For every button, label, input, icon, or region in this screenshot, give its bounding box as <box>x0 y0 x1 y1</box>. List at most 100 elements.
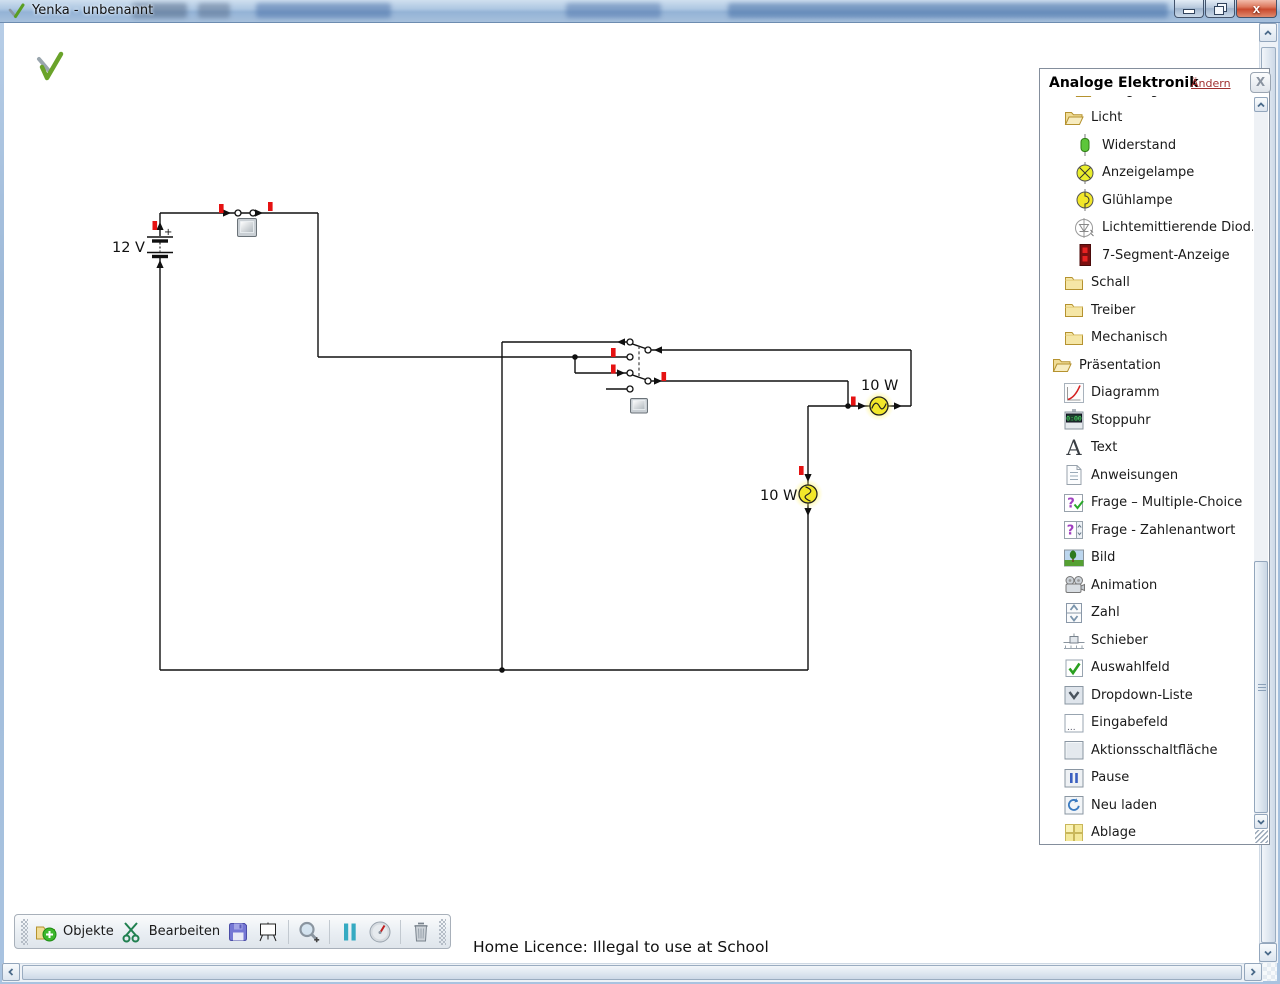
panel-item[interactable]: Ausgänge <box>1041 96 1253 104</box>
horizontal-scrollbar[interactable] <box>2 963 1263 982</box>
panel-item[interactable]: Dropdown-Liste <box>1041 682 1253 710</box>
panel-item[interactable]: Bild <box>1041 544 1253 572</box>
panel-item-label: Glühlampe <box>1102 193 1173 208</box>
dpdt-switch[interactable] <box>631 344 648 413</box>
component-icon <box>1073 243 1097 267</box>
scroll-down-button[interactable] <box>1259 943 1277 962</box>
panel-item[interactable]: Mechanisch <box>1041 324 1253 352</box>
panel-item-label: Schall <box>1091 275 1130 290</box>
toolbar-button[interactable] <box>368 920 392 944</box>
panel-item-label: Text <box>1091 440 1117 455</box>
panel-item-label: Licht <box>1091 110 1122 125</box>
toolbar-button[interactable] <box>256 920 280 944</box>
component-icon <box>1062 738 1086 762</box>
chevron-right-icon <box>1248 967 1258 977</box>
panel-scrollbar-thumb[interactable] <box>1254 561 1268 813</box>
panel-close-button[interactable]: X <box>1250 72 1271 93</box>
panel-item-label: Dropdown-Liste <box>1091 688 1193 703</box>
panel-item[interactable]: A Text <box>1041 434 1253 462</box>
toolbar-button[interactable] <box>226 920 250 944</box>
horizontal-scrollbar-thumb[interactable] <box>22 965 1242 980</box>
close-button[interactable]: x <box>1236 0 1277 18</box>
svg-text:A: A <box>1065 436 1082 460</box>
window-title: Yenka - unbenannt <box>32 3 153 18</box>
restore-button[interactable] <box>1205 0 1235 18</box>
panel-item[interactable]: Pause <box>1041 764 1253 792</box>
component-icon <box>1073 96 1097 102</box>
scroll-left-button[interactable] <box>2 963 20 981</box>
toolbar-separator <box>329 920 330 944</box>
panel-scrollbar[interactable] <box>1254 97 1268 829</box>
panel-item[interactable]: Anzeigelampe <box>1041 159 1253 187</box>
component-icon <box>1050 353 1074 377</box>
panel-scroll-up-button[interactable] <box>1254 97 1268 112</box>
panel-item[interactable]: Zahl <box>1041 599 1253 627</box>
restore-icon <box>1214 6 1224 15</box>
svg-text:?: ? <box>1067 524 1075 539</box>
panel-item[interactable]: Neu laden <box>1041 792 1253 820</box>
chevron-left-icon <box>6 967 16 977</box>
panel-item[interactable]: 7-Segment-Anzeige <box>1041 242 1253 270</box>
panel-scroll-down-button[interactable] <box>1254 814 1268 829</box>
panel-item[interactable]: Präsentation <box>1041 352 1253 380</box>
panel-item-label: Bild <box>1091 550 1115 565</box>
panel-item[interactable]: ... Eingabefeld <box>1041 709 1253 737</box>
component-icon: ? <box>1062 518 1086 542</box>
component-icon <box>1062 271 1086 295</box>
panel-item[interactable]: ? Frage – Multiple-Choice <box>1041 489 1253 517</box>
component-icon <box>1062 821 1086 841</box>
component-icon: 0:00 <box>1062 408 1086 432</box>
component-icon <box>1062 463 1086 487</box>
panel-title: Analoge Elektronik <box>1049 75 1199 91</box>
minimize-icon <box>1183 9 1195 14</box>
toolbar-button[interactable]: Bearbeiten <box>120 920 220 944</box>
panel-resize-grip[interactable] <box>1255 830 1268 843</box>
toolbar-grip[interactable] <box>21 919 28 945</box>
lamp-top-label: 10 W <box>861 378 898 394</box>
panel-item[interactable]: ? Frage - Zahlenantwort <box>1041 517 1253 545</box>
panel-header: Analoge Elektronik Ändern X <box>1040 69 1269 96</box>
toolbar-button[interactable] <box>297 920 321 944</box>
panel-item[interactable]: Diagramm <box>1041 379 1253 407</box>
scroll-right-button[interactable] <box>1244 963 1262 981</box>
lamp-top[interactable] <box>864 391 894 421</box>
toolbar-button[interactable]: Objekte <box>34 920 114 944</box>
background-window-ghost <box>566 3 661 18</box>
panel-item[interactable]: Schall <box>1041 269 1253 297</box>
background-window-ghost <box>256 3 391 18</box>
current-markers <box>153 202 856 475</box>
panel-edit-link[interactable]: Ändern <box>1191 77 1231 90</box>
lamp-bottom[interactable] <box>793 479 823 509</box>
panel-item[interactable]: Animation <box>1041 572 1253 600</box>
panel-item-label: Zahl <box>1091 605 1120 620</box>
panel-item[interactable]: Lichtemittierende Diod... <box>1041 214 1253 242</box>
svg-text:...: ... <box>1067 723 1076 733</box>
wires[interactable] <box>160 213 911 670</box>
panel-item[interactable]: Anweisungen <box>1041 462 1253 490</box>
scroll-up-button[interactable] <box>1259 23 1277 42</box>
push-switch[interactable] <box>238 219 257 237</box>
panel-item[interactable]: 0:00 Stoppuhr <box>1041 407 1253 435</box>
panel-item[interactable]: Glühlampe <box>1041 187 1253 215</box>
panel-item[interactable]: Aktionsschaltfläche <box>1041 737 1253 765</box>
minimize-button[interactable] <box>1174 0 1204 18</box>
panel-item-label: Ausgänge <box>1102 96 1167 98</box>
current-direction-arrows <box>156 209 902 516</box>
toolbar-grip[interactable] <box>439 919 446 945</box>
panel-item[interactable]: Licht <box>1041 104 1253 132</box>
panel-item[interactable]: Ablage <box>1041 819 1253 841</box>
panel-item[interactable]: Auswahlfeld <box>1041 654 1253 682</box>
panel-item[interactable]: Widerstand <box>1041 132 1253 160</box>
toolbar-button[interactable] <box>409 920 433 944</box>
panel-item-label: Frage - Zahlenantwort <box>1091 523 1235 538</box>
component-icon: A <box>1062 436 1086 460</box>
panel-item[interactable]: Treiber <box>1041 297 1253 325</box>
svg-text:0:00: 0:00 <box>1066 415 1082 423</box>
panel-item[interactable]: Schieber <box>1041 627 1253 655</box>
title-bar[interactable]: Yenka - unbenannt x <box>0 0 1280 23</box>
switch-contacts <box>235 210 651 392</box>
panel-item-label: Treiber <box>1091 303 1135 318</box>
toolbar-button[interactable] <box>338 920 362 944</box>
component-panel: Analoge Elektronik Ändern X Ausgänge Lic… <box>1039 68 1270 845</box>
panel-item-label: Pause <box>1091 770 1129 785</box>
